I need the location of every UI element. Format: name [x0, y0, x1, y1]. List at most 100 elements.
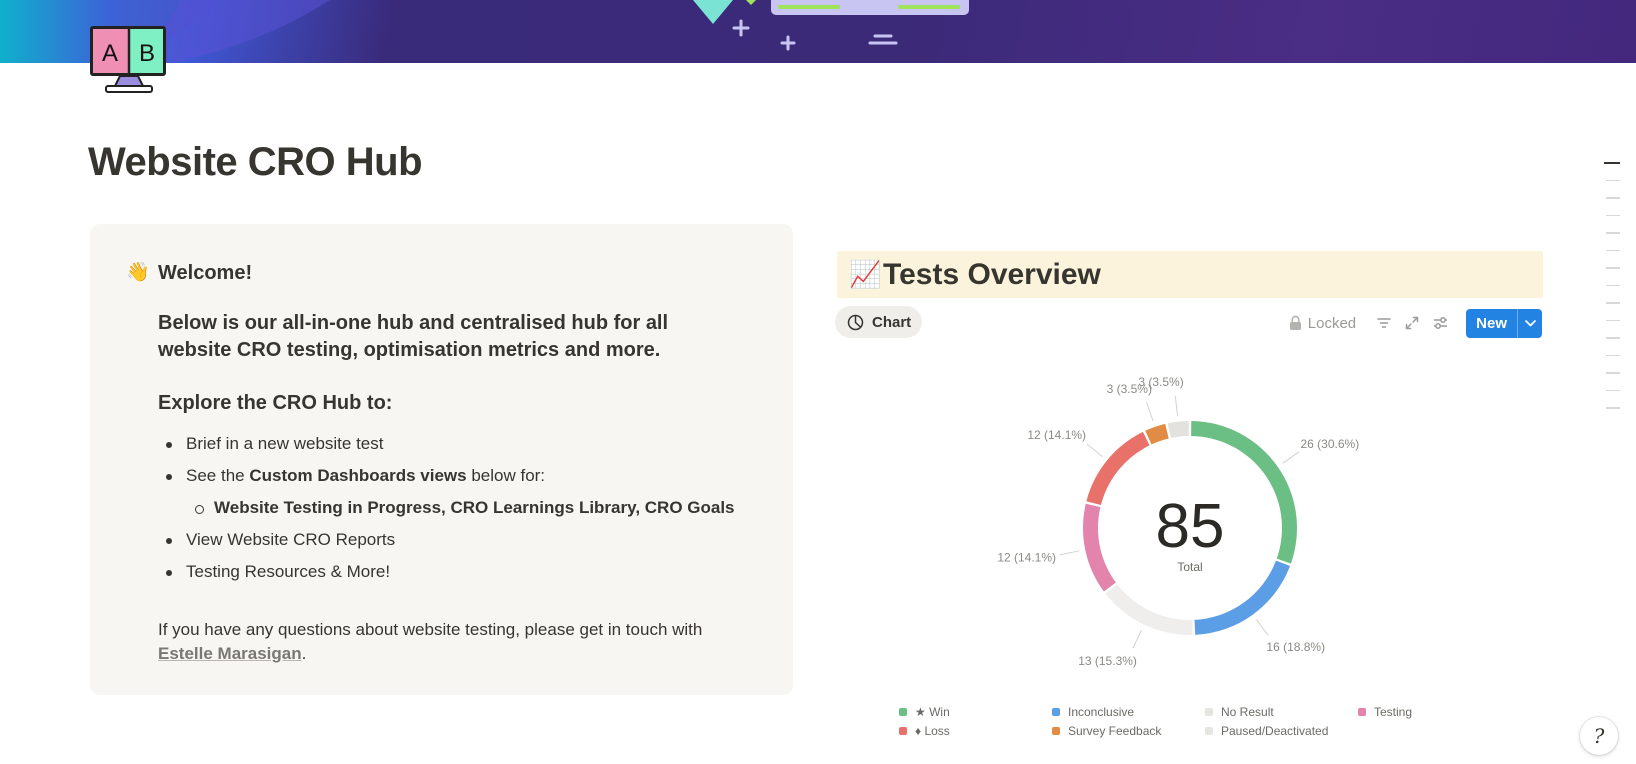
view-settings-button[interactable]: [1426, 309, 1454, 337]
tab-label: Chart: [872, 313, 912, 331]
slice-leader-line: [1256, 619, 1269, 636]
table-of-contents[interactable]: [1602, 162, 1622, 425]
tests-overview-chart: 26 (30.6%) 16 (18.8%) 13 (15.3%) 12 (14.1%)…: [837, 360, 1543, 760]
toc-marker[interactable]: [1606, 372, 1620, 374]
slice-leader-line: [1132, 629, 1142, 649]
slice-leader-line: [1086, 443, 1103, 458]
toc-marker[interactable]: [1606, 267, 1620, 269]
sliders-icon: [1433, 317, 1447, 329]
donut-slice[interactable]: [1105, 584, 1193, 635]
toc-marker[interactable]: [1606, 197, 1620, 199]
waving-hand-icon: 👋: [126, 262, 150, 283]
pie-chart-icon: [847, 314, 864, 330]
legend-label: Paused/Deactivated: [1221, 723, 1329, 738]
legend-item[interactable]: Survey Feedback: [1052, 722, 1205, 739]
help-button[interactable]: ?: [1580, 717, 1618, 755]
legend-label: Testing: [1374, 704, 1413, 719]
explore-list: Brief in a new website test See the Cust…: [158, 428, 735, 588]
slice-data-label: 3 (3.5%): [1138, 375, 1183, 389]
explore-heading: Explore the CRO Hub to:: [158, 392, 393, 414]
legend-item[interactable]: Paused/Deactivated: [1205, 722, 1358, 739]
donut-slice[interactable]: [1145, 423, 1169, 445]
donut-slice[interactable]: [1167, 421, 1189, 439]
toc-marker[interactable]: [1606, 319, 1620, 321]
slice-leader-line: [1282, 451, 1300, 464]
tests-overview-title: Tests Overview: [883, 258, 1101, 291]
legend-swatch: [899, 707, 907, 716]
toc-marker[interactable]: [1606, 179, 1620, 181]
donut-chart: 26 (30.6%) 16 (18.8%) 13 (15.3%) 12 (14.1%)…: [997, 375, 1360, 668]
page-icon[interactable]: A B: [88, 24, 170, 96]
legend-swatch: [899, 726, 907, 735]
new-dropdown-button[interactable]: [1518, 309, 1542, 338]
tests-overview-heading: 📈 Tests Overview: [837, 251, 1543, 298]
callout-heading: Welcome!: [158, 262, 253, 284]
list-item: Brief in a new website test: [158, 428, 735, 460]
slice-data-label: 12 (14.1%): [997, 551, 1056, 565]
contact-text: If you have any questions about website …: [158, 620, 703, 663]
new-button[interactable]: New: [1466, 308, 1542, 338]
expand-button[interactable]: [1398, 309, 1426, 337]
legend-item[interactable]: ♦ Loss: [899, 722, 1052, 739]
toc-marker[interactable]: [1606, 407, 1620, 409]
donut-slice[interactable]: [1194, 560, 1291, 635]
center-total-label: Total: [1177, 560, 1202, 574]
slice-data-label: 16 (18.8%): [1266, 640, 1325, 654]
page-title: Website CRO Hub: [88, 140, 423, 184]
legend-item[interactable]: ★ Win: [899, 703, 1052, 720]
chevron-down-icon: [1524, 319, 1536, 326]
toc-marker[interactable]: [1606, 337, 1620, 339]
new-button-label[interactable]: New: [1466, 308, 1518, 338]
toc-marker[interactable]: [1604, 162, 1620, 164]
legend-label: Inconclusive: [1068, 704, 1135, 719]
contact-person-link[interactable]: Estelle Marasigan: [158, 644, 302, 663]
svg-text:B: B: [139, 40, 155, 67]
legend-swatch: [1052, 707, 1060, 716]
toc-marker[interactable]: [1606, 249, 1620, 251]
locked-label: Locked: [1307, 314, 1357, 332]
slice-data-label: 26 (30.6%): [1301, 437, 1360, 451]
filter-icon: [1377, 318, 1391, 328]
slice-leader-line: [1146, 402, 1154, 422]
callout-intro: Below is our all-in-one hub and centrali…: [158, 312, 669, 361]
legend-label: ♦ Loss: [915, 723, 950, 738]
toc-marker[interactable]: [1606, 389, 1620, 391]
filter-button[interactable]: [1370, 309, 1398, 337]
toc-marker[interactable]: [1606, 232, 1620, 234]
legend-swatch: [1052, 726, 1060, 735]
legend-swatch: [1205, 726, 1213, 735]
svg-text:A: A: [102, 40, 118, 67]
help-icon: ?: [1593, 724, 1605, 748]
legend-swatch: [1205, 707, 1213, 716]
toc-marker[interactable]: [1606, 354, 1620, 356]
toc-marker[interactable]: [1606, 302, 1620, 304]
list-item: Testing Resources & More!: [158, 556, 735, 588]
sub-list-item: Website Testing in Progress, CRO Learnin…: [158, 492, 735, 524]
legend-item[interactable]: Inconclusive: [1052, 703, 1205, 720]
chart-increasing-icon: 📈: [849, 259, 882, 289]
locked-indicator[interactable]: Locked: [1289, 315, 1356, 332]
database-toolbar: Locked New: [1289, 308, 1542, 338]
welcome-callout[interactable]: 👋 Welcome! Below is our all-in-one hub a…: [90, 224, 793, 695]
legend-label: Survey Feedback: [1068, 723, 1162, 738]
list-item: View Website CRO Reports: [158, 524, 735, 556]
expand-icon: [1405, 316, 1419, 330]
donut-slice[interactable]: [1083, 503, 1116, 592]
page-cover[interactable]: [0, 0, 1636, 63]
lock-icon: [1289, 315, 1301, 330]
center-total-value: 85: [1156, 492, 1225, 561]
slice-data-label: 13 (15.3%): [1078, 654, 1137, 668]
toc-marker[interactable]: [1606, 284, 1620, 286]
toc-marker[interactable]: [1606, 214, 1620, 216]
tab-chart-view[interactable]: Chart: [835, 306, 922, 338]
cover-illustration: [0, 0, 969, 63]
chart-legend: ★ Win Inconclusive No Result Testing ♦ Loss S…: [899, 703, 1459, 739]
legend-item[interactable]: Testing: [1358, 703, 1458, 720]
slice-leader-line: [1174, 395, 1178, 416]
legend-label: ★ Win: [915, 704, 950, 719]
donut-slice[interactable]: [1086, 431, 1150, 506]
legend-item[interactable]: No Result: [1205, 703, 1358, 720]
slice-data-label: 12 (14.1%): [1027, 428, 1086, 442]
slice-leader-line: [1059, 550, 1080, 556]
list-item: See the Custom Dashboards views below fo…: [158, 460, 735, 492]
